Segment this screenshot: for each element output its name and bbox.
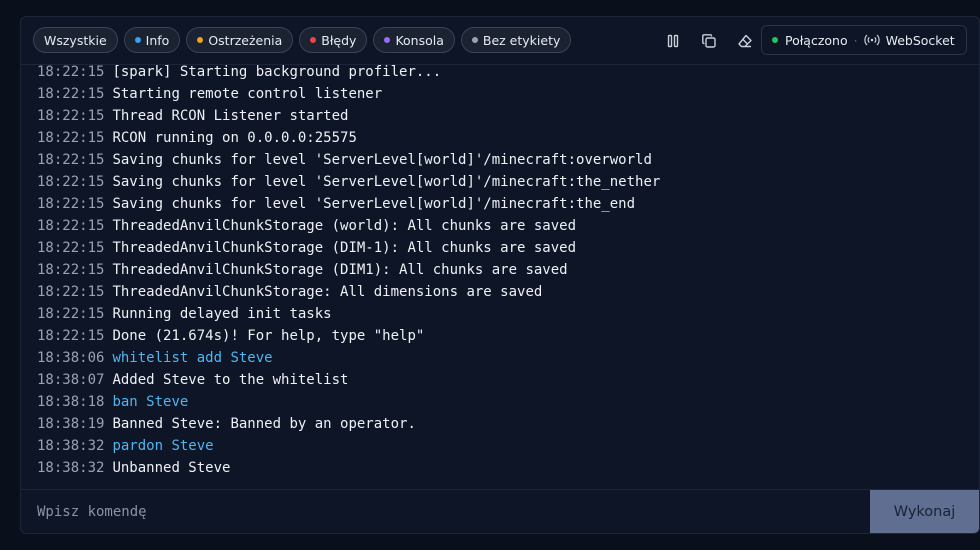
- log-timestamp: 18:22:15: [37, 284, 105, 300]
- log-timestamp: 18:22:15: [37, 108, 105, 124]
- console-dot-icon: [384, 37, 391, 43]
- log-line: 18:22:15 ThreadedAnvilChunkStorage: All d…: [37, 281, 660, 303]
- filter-unlabeled[interactable]: Bez etykiety: [460, 27, 572, 53]
- clear-button[interactable]: [731, 29, 759, 53]
- log-line: 18:38:07 Added Steve to the whitelist: [37, 369, 660, 391]
- filter-info[interactable]: Info: [123, 27, 181, 53]
- log-line: 18:22:15 Saving chunks for level 'ServerL…: [37, 171, 660, 193]
- filter-errors[interactable]: Błędy: [299, 27, 368, 53]
- log-message: Running delayed init tasks: [112, 306, 332, 322]
- filter-warnings[interactable]: Ostrzeżenia: [186, 27, 294, 53]
- filter-console-label: Konsola: [395, 32, 444, 48]
- log-line: 18:22:15 Saving chunks for level 'ServerL…: [37, 149, 660, 171]
- execute-button[interactable]: Wykonaj: [870, 490, 979, 533]
- log-timestamp: 18:22:15: [37, 328, 105, 344]
- log-message: ThreadedAnvilChunkStorage (DIM-1): All c…: [112, 240, 577, 256]
- log-line: 18:22:15 ThreadedAnvilChunkStorage (world…: [37, 215, 660, 237]
- copy-button[interactable]: [695, 29, 723, 53]
- log-timestamp: 18:38:18: [37, 394, 105, 410]
- log-timestamp: 18:38:07: [37, 372, 105, 388]
- command-bar: Wykonaj: [21, 489, 979, 533]
- transport-label: WebSocket: [885, 32, 955, 48]
- log-command-text: pardon Steve: [112, 438, 214, 454]
- connection-status: Połączono · WebSocket: [761, 25, 967, 55]
- filter-all[interactable]: Wszystkie: [33, 27, 118, 53]
- filter-errors-label: Błędy: [321, 32, 357, 48]
- log-message: ThreadedAnvilChunkStorage (world): All c…: [112, 218, 577, 234]
- log-command-text: ban Steve: [112, 394, 189, 410]
- log-line: 18:38:32 pardon Steve: [37, 435, 660, 457]
- log-filter-group: Wszystkie Info Ostrzeżenia Błędy Konsola…: [33, 27, 572, 53]
- log-line: 18:22:15 [spark] Starting background prof…: [37, 65, 660, 83]
- filter-info-label: Info: [145, 32, 170, 48]
- log-message: Thread RCON Listener started: [112, 108, 349, 124]
- log-message: RCON running on 0.0.0.0:25575: [112, 130, 357, 146]
- log-line: 18:38:19 Banned Steve: Banned by an opera…: [37, 413, 660, 435]
- error-dot-icon: [310, 37, 317, 43]
- log-timestamp: 18:22:15: [37, 262, 105, 278]
- log-line: 18:22:15 Running delayed init tasks: [37, 303, 660, 325]
- log-lines: 18:22:15 [spark] Starting background prof…: [37, 65, 660, 479]
- warning-dot-icon: [197, 37, 204, 43]
- filter-console[interactable]: Konsola: [373, 27, 455, 53]
- pause-icon: [667, 34, 679, 48]
- log-line: 18:22:15 Done (21.674s)! For help, type "…: [37, 325, 660, 347]
- copy-icon: [702, 34, 716, 48]
- log-message: Unbanned Steve: [112, 460, 231, 476]
- broadcast-icon: [863, 34, 880, 46]
- log-timestamp: 18:22:15: [37, 86, 105, 102]
- log-timestamp: 18:38:19: [37, 416, 105, 432]
- log-line: 18:22:15 Saving chunks for level 'ServerL…: [37, 193, 660, 215]
- filter-warnings-label: Ostrzeżenia: [208, 32, 283, 48]
- log-command-text: whitelist add Steve: [112, 350, 273, 366]
- command-input[interactable]: [21, 490, 870, 533]
- log-timestamp: 18:22:15: [37, 240, 105, 256]
- unlabeled-dot-icon: [471, 37, 478, 43]
- log-message: Added Steve to the whitelist: [112, 372, 349, 388]
- console-log[interactable]: 18:22:15 [spark] Starting background prof…: [21, 65, 979, 489]
- log-message: Saving chunks for level 'ServerLevel[wor…: [112, 174, 661, 190]
- log-message: [spark] Starting background profiler...: [112, 65, 442, 80]
- filter-unlabeled-label: Bez etykiety: [482, 32, 561, 48]
- log-line: 18:22:15 Starting remote control listener: [37, 83, 660, 105]
- log-line: 18:22:15 ThreadedAnvilChunkStorage (DIM-1…: [37, 237, 660, 259]
- log-timestamp: 18:38:32: [37, 438, 105, 454]
- info-dot-icon: [134, 37, 141, 43]
- log-timestamp: 18:38:06: [37, 350, 105, 366]
- log-message: Saving chunks for level 'ServerLevel[wor…: [112, 152, 652, 168]
- console-actions: [659, 29, 759, 53]
- log-message: Starting remote control listener: [112, 86, 383, 102]
- log-line: 18:38:18 ban Steve: [37, 391, 660, 413]
- log-timestamp: 18:22:15: [37, 174, 105, 190]
- pause-button[interactable]: [659, 29, 687, 53]
- console-panel: Wszystkie Info Ostrzeżenia Błędy Konsola…: [20, 16, 980, 534]
- log-line: 18:38:32 Unbanned Steve: [37, 457, 660, 479]
- eraser-icon: [738, 34, 752, 48]
- connection-dot-icon: [772, 37, 778, 43]
- log-message: Done (21.674s)! For help, type "help": [112, 328, 425, 344]
- log-timestamp: 18:22:15: [37, 306, 105, 322]
- log-line: 18:22:15 Thread RCON Listener started: [37, 105, 660, 127]
- status-separator: ·: [853, 32, 858, 48]
- log-timestamp: 18:22:15: [37, 130, 105, 146]
- console-toolbar: Wszystkie Info Ostrzeżenia Błędy Konsola…: [21, 17, 979, 65]
- log-message: Saving chunks for level 'ServerLevel[wor…: [112, 196, 636, 212]
- log-message: Banned Steve: Banned by an operator.: [112, 416, 416, 432]
- filter-all-label: Wszystkie: [44, 32, 107, 48]
- log-line: 18:22:15 ThreadedAnvilChunkStorage (DIM1)…: [37, 259, 660, 281]
- log-line: 18:38:06 whitelist add Steve: [37, 347, 660, 369]
- log-timestamp: 18:22:15: [37, 196, 105, 212]
- log-timestamp: 18:22:15: [37, 152, 105, 168]
- log-message: ThreadedAnvilChunkStorage (DIM1): All ch…: [112, 262, 568, 278]
- log-line: 18:22:15 RCON running on 0.0.0.0:25575: [37, 127, 660, 149]
- log-timestamp: 18:22:15: [37, 65, 105, 80]
- log-timestamp: 18:38:32: [37, 460, 105, 476]
- log-message: ThreadedAnvilChunkStorage: All dimension…: [112, 284, 543, 300]
- connection-label: Połączono: [785, 32, 848, 48]
- log-timestamp: 18:22:15: [37, 218, 105, 234]
